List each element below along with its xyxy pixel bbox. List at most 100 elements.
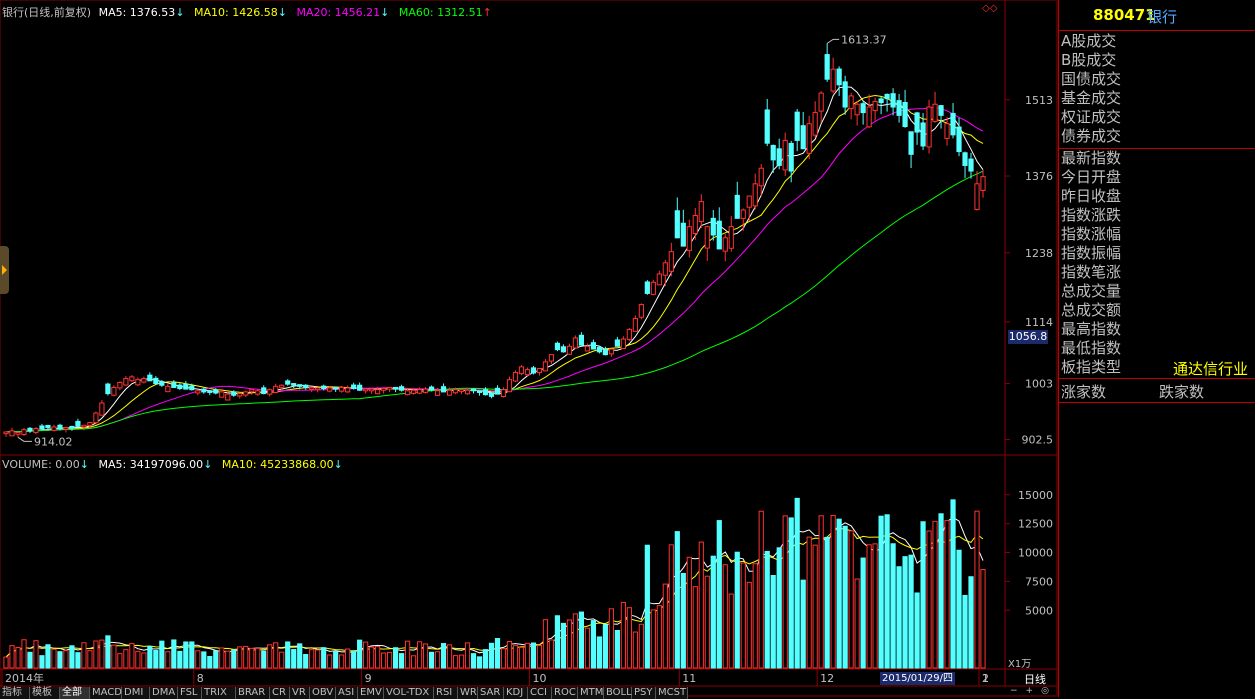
zoom-controls[interactable]: −+◎ — [1010, 686, 1057, 696]
volume-bar[interactable] — [381, 652, 387, 669]
candle-body[interactable] — [458, 389, 465, 392]
candle-body[interactable] — [93, 412, 99, 424]
tab-trix[interactable]: TRIX — [202, 687, 236, 699]
candle-body[interactable] — [566, 345, 573, 355]
volume-bar[interactable] — [806, 536, 812, 669]
volume-bar[interactable] — [393, 647, 399, 669]
tab-模板[interactable]: 模板 — [30, 687, 60, 699]
volume-bar[interactable] — [369, 646, 375, 669]
candle-body[interactable] — [398, 386, 405, 391]
volume-bar[interactable] — [932, 520, 938, 669]
period-label[interactable]: 日线 — [1024, 671, 1046, 687]
volume-bar[interactable] — [51, 648, 57, 669]
candle-body[interactable] — [357, 384, 363, 391]
candle-body[interactable] — [770, 144, 776, 161]
candle-body[interactable] — [177, 384, 183, 390]
tab-mtm[interactable]: MTM — [578, 687, 604, 699]
volume-bar[interactable] — [410, 655, 417, 669]
candle-body[interactable] — [33, 428, 39, 433]
volume-bar[interactable] — [770, 574, 776, 669]
volume-bar[interactable] — [309, 649, 315, 669]
candle-body[interactable] — [291, 383, 297, 386]
volume-bar[interactable] — [434, 651, 441, 669]
volume-bar[interactable] — [123, 649, 129, 669]
candle-body[interactable] — [446, 389, 453, 396]
volume-bar[interactable] — [207, 655, 213, 669]
candle-body[interactable] — [225, 393, 231, 401]
volume-bar[interactable] — [87, 650, 93, 669]
volume-bar[interactable] — [554, 615, 561, 669]
volume-bar[interactable] — [614, 629, 620, 669]
volume-bar[interactable] — [279, 651, 285, 669]
volume-bar[interactable] — [578, 611, 585, 669]
volume-bar[interactable] — [812, 544, 818, 669]
candle-body[interactable] — [482, 389, 489, 396]
candle-body[interactable] — [183, 383, 189, 390]
candle-body[interactable] — [956, 126, 962, 153]
candle-body[interactable] — [512, 371, 519, 382]
candle-body[interactable] — [860, 103, 866, 114]
volume-bar[interactable] — [740, 562, 746, 669]
volume-bar[interactable] — [734, 551, 740, 669]
tab-全部[interactable]: 全部 — [60, 687, 90, 699]
volume-bar[interactable] — [482, 649, 489, 669]
volume-bar[interactable] — [920, 521, 926, 669]
volume-bar[interactable] — [608, 608, 614, 669]
candle-body[interactable] — [518, 366, 525, 375]
candle-body[interactable] — [530, 367, 537, 374]
candle-body[interactable] — [560, 346, 567, 353]
volume-bar[interactable] — [938, 513, 944, 669]
candle-body[interactable] — [339, 386, 345, 392]
candle-body[interactable] — [327, 387, 333, 392]
candle-body[interactable] — [830, 68, 836, 92]
volume-bar[interactable] — [422, 643, 429, 669]
candle-body[interactable] — [237, 393, 243, 397]
candle-body[interactable] — [914, 112, 920, 133]
candle-body[interactable] — [554, 342, 561, 351]
volume-bar[interactable] — [285, 641, 291, 669]
volume-bar[interactable] — [159, 640, 165, 669]
volume-bar[interactable] — [974, 510, 980, 669]
candle-body[interactable] — [51, 426, 57, 431]
candle-body[interactable] — [902, 101, 908, 128]
candle-body[interactable] — [542, 361, 549, 372]
candle-body[interactable] — [129, 376, 135, 382]
candle-body[interactable] — [488, 392, 495, 397]
volume-bar[interactable] — [590, 620, 596, 669]
volume-bar[interactable] — [195, 650, 201, 669]
candle-body[interactable] — [404, 390, 411, 396]
volume-bar[interactable] — [890, 543, 896, 669]
candle-body[interactable] — [315, 387, 321, 391]
candle-body[interactable] — [141, 378, 147, 383]
candle-body[interactable] — [890, 93, 896, 108]
volume-bar[interactable] — [105, 635, 111, 669]
tab-rsi[interactable]: RSI — [434, 687, 458, 699]
volume-bar[interactable] — [896, 566, 902, 669]
volume-bar[interactable] — [464, 642, 471, 669]
candle-body[interactable] — [824, 54, 830, 80]
tab-roc[interactable]: ROC — [552, 687, 578, 699]
volume-bar[interactable] — [788, 517, 794, 669]
volume-bar[interactable] — [39, 655, 45, 669]
volume-bar[interactable] — [632, 631, 638, 669]
volume-bar[interactable] — [500, 648, 507, 669]
candle-body[interactable] — [410, 389, 417, 394]
candle-body[interactable] — [111, 386, 117, 396]
volume-bar[interactable] — [842, 525, 848, 669]
volume-bar[interactable] — [237, 646, 243, 669]
candle-body[interactable] — [734, 194, 740, 219]
candle-body[interactable] — [416, 389, 423, 394]
volume-bar[interactable] — [201, 651, 207, 669]
tab-macd[interactable]: MACD — [90, 687, 122, 699]
candle-body[interactable] — [602, 348, 608, 356]
candle-body[interactable] — [440, 386, 447, 393]
volume-bar[interactable] — [375, 645, 381, 669]
volume-bar[interactable] — [902, 556, 908, 669]
volume-bar[interactable] — [21, 639, 27, 669]
candle-body[interactable] — [656, 273, 662, 286]
candle-body[interactable] — [381, 388, 387, 391]
candle-body[interactable] — [321, 385, 327, 390]
candle-body[interactable] — [878, 98, 884, 104]
volume-bar[interactable] — [872, 543, 878, 669]
candle-body[interactable] — [87, 422, 93, 427]
